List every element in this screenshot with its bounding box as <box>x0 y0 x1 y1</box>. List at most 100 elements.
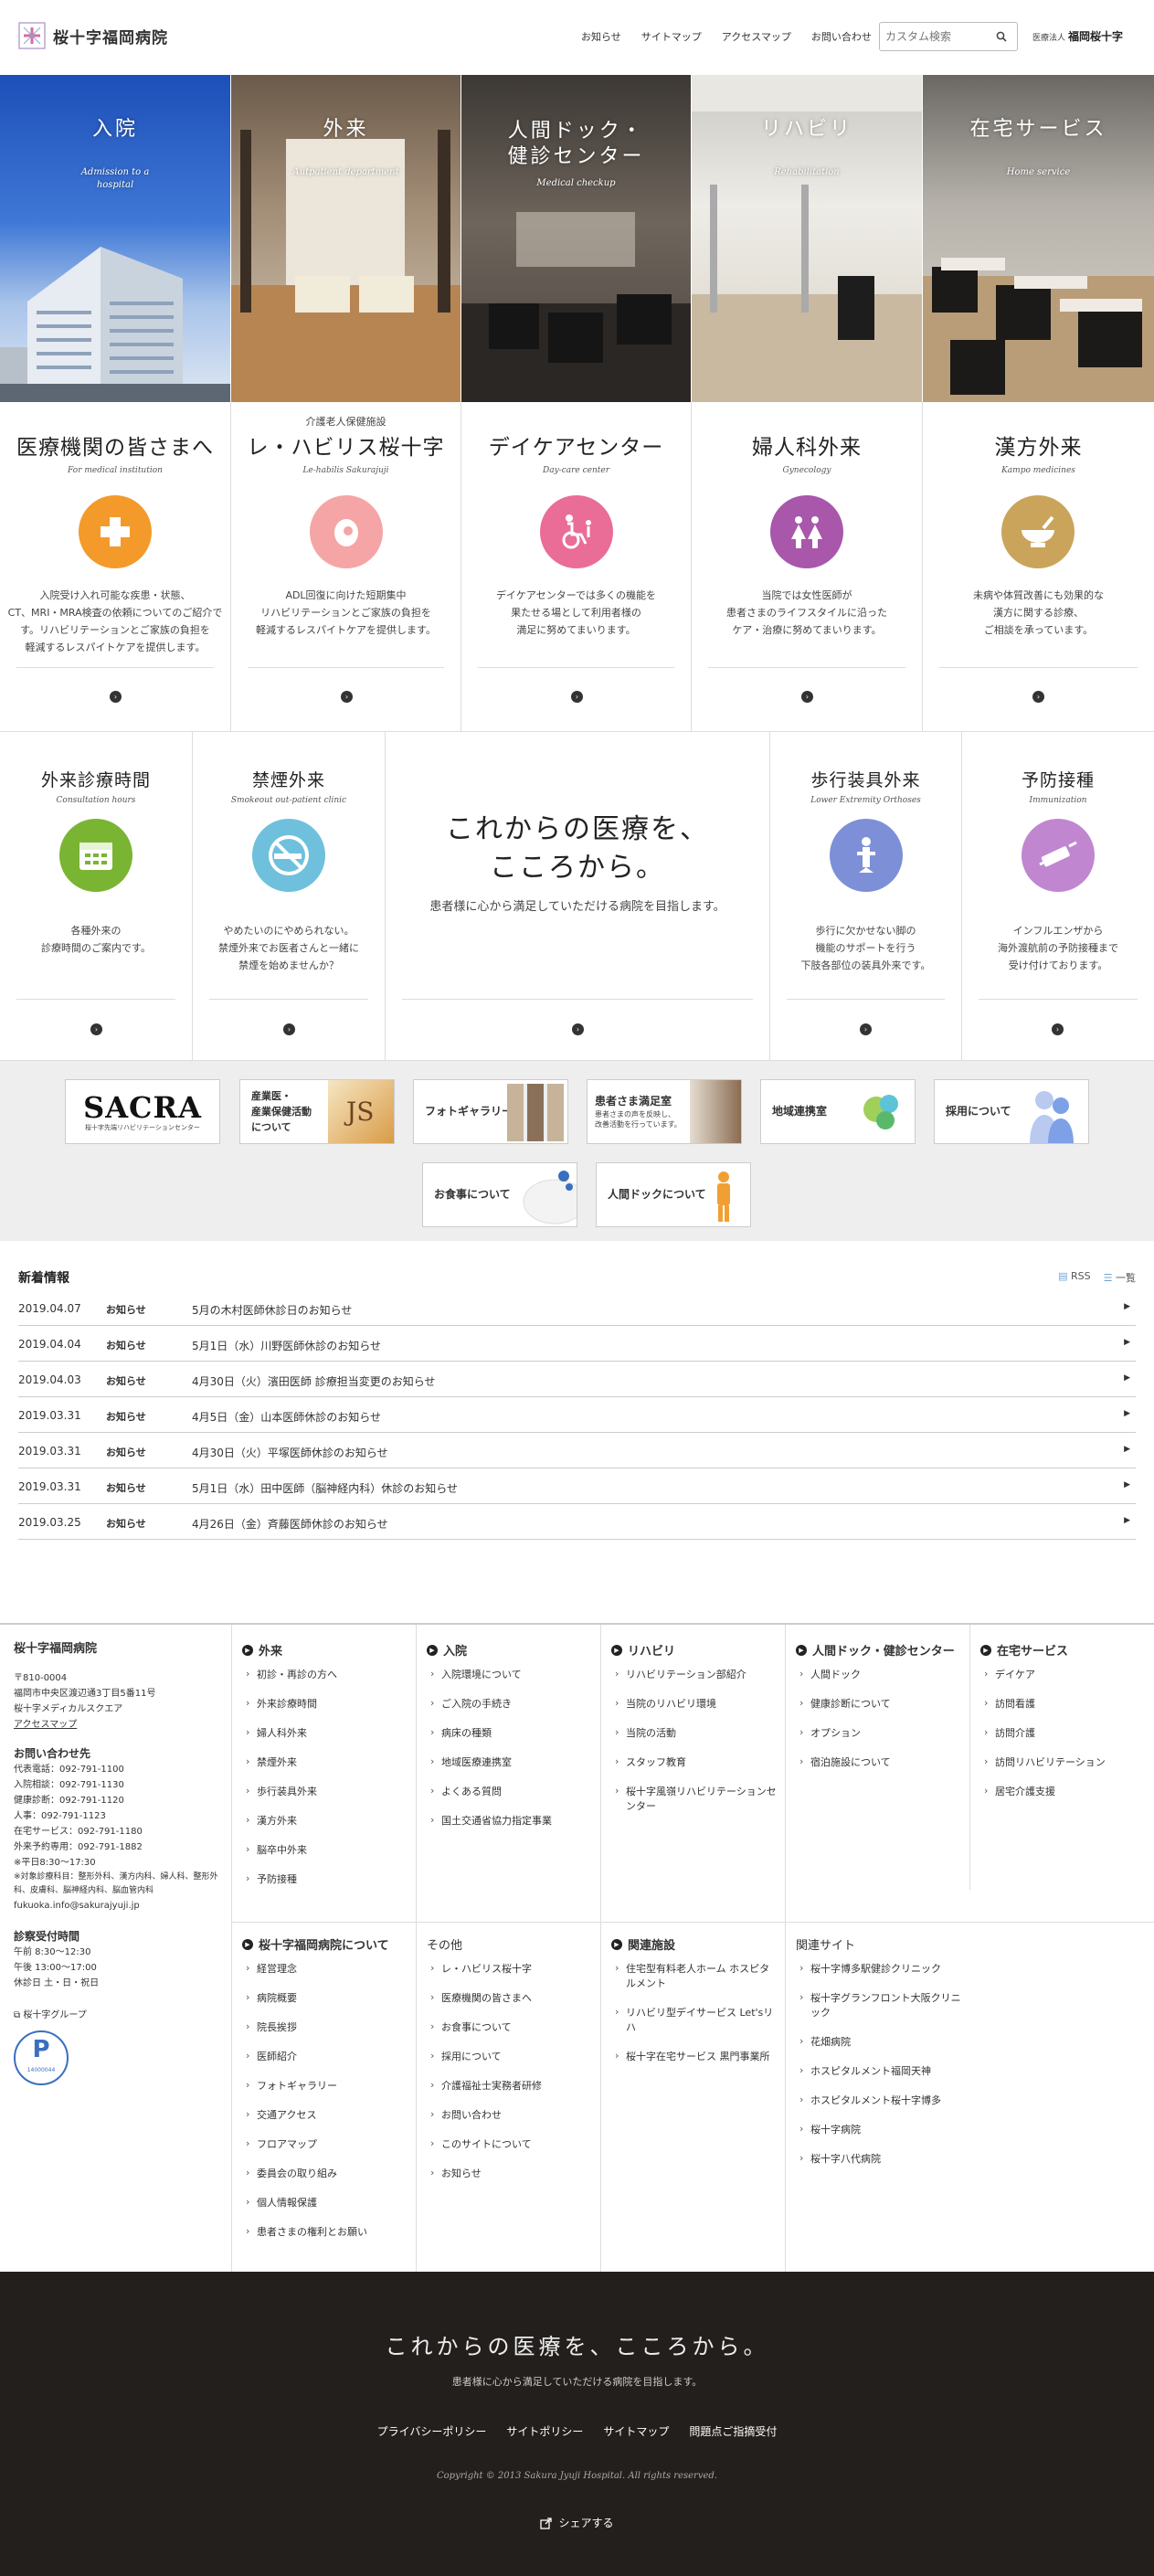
news-item[interactable]: 2019.04.07 お知らせ 5月の木村医師休診日のお知らせ ▶ <box>18 1290 1136 1326</box>
card-le-habilis[interactable]: 介護老人保健施設 レ・ハビリス桜十字 Le-habilis Sakurajuji… <box>231 402 461 732</box>
footer-link[interactable]: 予防接種 <box>242 1871 425 1887</box>
card-consultation-hours[interactable]: 外来診療時間 Consultation hours 各種外来の 診療時間のご案内… <box>0 732 193 1061</box>
footer-link[interactable]: 医師紹介 <box>242 2049 425 2064</box>
footer-link[interactable]: 桜十字博多駅健診クリニック <box>796 1961 969 1977</box>
footer-link[interactable]: 経営理念 <box>242 1961 425 1977</box>
card-gynecology[interactable]: 婦人科外来 Gynecology 当院では女性医師が 患者さまのライフスタイルに… <box>692 402 923 732</box>
footer-link[interactable]: 患者さまの権利とお願い <box>242 2224 425 2240</box>
footer-link[interactable]: 介護福祉士実務者研修 <box>427 2078 609 2094</box>
footer-link[interactable]: 当院のリハビリ環境 <box>611 1696 780 1712</box>
banner-recruitment[interactable]: 採用について <box>934 1079 1089 1144</box>
footer-link[interactable]: デイケア <box>980 1667 1149 1682</box>
footer-link[interactable]: 初診・再診の方へ <box>242 1667 425 1682</box>
footer-link[interactable]: 個人情報保護 <box>242 2195 425 2210</box>
footer-link[interactable]: ホスピタルメント福岡天神 <box>796 2063 969 2079</box>
banner-regional-cooperation[interactable]: 地域連携室 <box>760 1079 916 1144</box>
footer-link[interactable]: 委員会の取り組み <box>242 2166 425 2181</box>
site-policy-link[interactable]: サイトポリシー <box>506 2423 583 2439</box>
footer-link[interactable]: 外来診療時間 <box>242 1696 425 1712</box>
footer-link[interactable]: 当院の活動 <box>611 1725 780 1741</box>
news-item[interactable]: 2019.04.04 お知らせ 5月1日（水）川野医師休診のお知らせ ▶ <box>18 1326 1136 1362</box>
card-smoking-cessation[interactable]: 禁煙外来 Smokeout out-patient clinic やめたいのにや… <box>193 732 386 1061</box>
footer-link[interactable]: スタッフ教育 <box>611 1754 780 1770</box>
news-item[interactable]: 2019.03.31 お知らせ 5月1日（水）田中医師（脳神経内科）休診のお知らせ ▶ <box>18 1468 1136 1504</box>
feedback-link[interactable]: 問題点ご指摘受付 <box>689 2423 777 2439</box>
banner-patient-satisfaction[interactable]: 患者さま満足室 患者さまの声を反映し、 改善活動を行っています。 <box>587 1079 742 1144</box>
footer-link[interactable]: 地域医療連携室 <box>427 1754 609 1770</box>
hero-checkup[interactable]: 人間ドック・ 健診センター Medical checkup <box>461 75 692 402</box>
footer-link[interactable]: フォトギャラリー <box>242 2078 425 2094</box>
nav-contact[interactable]: お問い合わせ <box>811 29 872 44</box>
footer-link[interactable]: 院長挨拶 <box>242 2019 425 2035</box>
share-button[interactable]: シェアする <box>0 2515 1154 2530</box>
group-link[interactable]: ⧉ 桜十字グループ <box>14 2008 222 2023</box>
footer-link[interactable]: 病院概要 <box>242 1990 425 2006</box>
news-item[interactable]: 2019.03.31 お知らせ 4月30日（火）平塚医師休診のお知らせ ▶ <box>18 1433 1136 1468</box>
card-medical-institution[interactable]: 医療機関の皆さまへ For medical institution 入院受け入れ… <box>0 402 231 732</box>
banner-photo-gallery[interactable]: フォトギャラリー <box>413 1079 568 1144</box>
nav-access[interactable]: アクセスマップ <box>722 29 791 44</box>
hero-home-service[interactable]: 在宅サービス Home service <box>923 75 1154 402</box>
footer-link[interactable]: 訪問看護 <box>980 1696 1149 1712</box>
footer-link[interactable]: 桜十字八代病院 <box>796 2151 969 2167</box>
sitemap-link[interactable]: サイトマップ <box>603 2423 669 2439</box>
banner-meals[interactable]: お食事について <box>422 1162 577 1227</box>
news-item[interactable]: 2019.03.31 お知らせ 4月5日（金）山本医師休診のお知らせ ▶ <box>18 1397 1136 1433</box>
footer-link[interactable]: 歩行装具外来 <box>242 1784 425 1799</box>
footer-link[interactable]: 医療機関の皆さまへ <box>427 1990 609 2006</box>
footer-link[interactable]: フロアマップ <box>242 2136 425 2152</box>
access-map-link[interactable]: アクセスマップ <box>14 1717 222 1733</box>
footer-link[interactable]: 住宅型有料老人ホーム ホスピタルメント <box>611 1961 776 1991</box>
footer-link[interactable]: 病床の種類 <box>427 1725 609 1741</box>
footer-link[interactable]: 人間ドック <box>796 1667 969 1682</box>
news-item[interactable]: 2019.04.03 お知らせ 4月30日（火）濱田医師 診療担当変更のお知らせ ▶ <box>18 1362 1136 1397</box>
footer-link[interactable]: 交通アクセス <box>242 2107 425 2123</box>
site-logo[interactable]: 桜十字福岡病院 <box>18 22 168 49</box>
footer-link[interactable]: 漢方外来 <box>242 1813 425 1829</box>
card-slogan[interactable]: これからの医療を、 こころから。 患者様に心から満足していただける病院を目指しま… <box>386 732 770 1061</box>
footer-link[interactable]: 花畑病院 <box>796 2034 969 2050</box>
footer-link[interactable]: 訪問介護 <box>980 1725 1149 1741</box>
footer-link[interactable]: このサイトについて <box>427 2136 609 2152</box>
footer-link[interactable]: お問い合わせ <box>427 2107 609 2123</box>
footer-link[interactable]: リハビリテーション部紹介 <box>611 1667 780 1682</box>
nav-news[interactable]: お知らせ <box>581 29 621 44</box>
footer-link[interactable]: ご入院の手続き <box>427 1696 609 1712</box>
footer-link[interactable]: 居宅介護支援 <box>980 1784 1149 1799</box>
banner-sacra[interactable]: SACRA 桜十字先端リハビリテーションセンター <box>65 1079 220 1144</box>
footer-link[interactable]: ホスピタルメント桜十字博多 <box>796 2093 969 2108</box>
footer-link[interactable]: レ・ハビリス桜十字 <box>427 1961 609 1977</box>
footer-link[interactable]: 訪問リハビリテーション <box>980 1754 1149 1770</box>
hero-outpatient[interactable]: 外来 Autpatient department <box>231 75 461 402</box>
banner-occupational-health[interactable]: 産業医・ 産業保健活動 について JS <box>239 1079 395 1144</box>
footer-link[interactable]: 禁煙外来 <box>242 1754 425 1770</box>
news-item[interactable]: 2019.03.25 お知らせ 4月26日（金）斉藤医師休診のお知らせ ▶ <box>18 1504 1136 1540</box>
nav-sitemap[interactable]: サイトマップ <box>641 29 702 44</box>
hero-admission[interactable]: 入院 Admission to a hospital <box>0 75 231 402</box>
search-input[interactable] <box>880 24 990 49</box>
footer-link[interactable]: 桜十字在宅サービス 黒門事業所 <box>611 2049 776 2064</box>
footer-link[interactable]: 桜十字グランフロント大阪クリニック <box>796 1990 969 2020</box>
card-daycare[interactable]: デイケアセンター Day-care center デイケアセンターでは多くの機能… <box>461 402 692 732</box>
rss-link[interactable]: ▤ RSS <box>1058 1270 1091 1285</box>
footer-link[interactable]: よくある質問 <box>427 1784 609 1799</box>
card-orthoses[interactable]: 歩行装具外来 Lower Extremity Orthoses 歩行に欠かせない… <box>770 732 962 1061</box>
footer-link[interactable]: 脳卒中外来 <box>242 1842 425 1858</box>
footer-link[interactable]: 桜十字病院 <box>796 2122 969 2137</box>
banner-checkup[interactable]: 人間ドックについて <box>596 1162 751 1227</box>
footer-link[interactable]: 国土交通省協力指定事業 <box>427 1813 609 1829</box>
footer-link[interactable]: 入院環境について <box>427 1667 609 1682</box>
search-button[interactable] <box>990 24 1013 49</box>
news-list-link[interactable]: ☰ 一覧 <box>1104 1270 1136 1285</box>
footer-link[interactable]: 健康診断について <box>796 1696 969 1712</box>
card-kampo[interactable]: 漢方外来 Kampo medicines 未病や体質改善にも効果的な 漢方に関す… <box>923 402 1154 732</box>
footer-link[interactable]: オプション <box>796 1725 969 1741</box>
privacy-policy-link[interactable]: プライバシーポリシー <box>377 2423 487 2439</box>
footer-link[interactable]: お食事について <box>427 2019 609 2035</box>
footer-link[interactable]: 桜十字風嶺リハビリテーションセンター <box>611 1784 780 1814</box>
footer-link[interactable]: リハビリ型デイサービス Let'sリハ <box>611 2005 776 2035</box>
footer-link[interactable]: 宿泊施設について <box>796 1754 969 1770</box>
footer-link[interactable]: 婦人科外来 <box>242 1725 425 1741</box>
footer-link[interactable]: 採用について <box>427 2049 609 2064</box>
hero-rehab[interactable]: リハビリ Rehabilitation <box>692 75 923 402</box>
